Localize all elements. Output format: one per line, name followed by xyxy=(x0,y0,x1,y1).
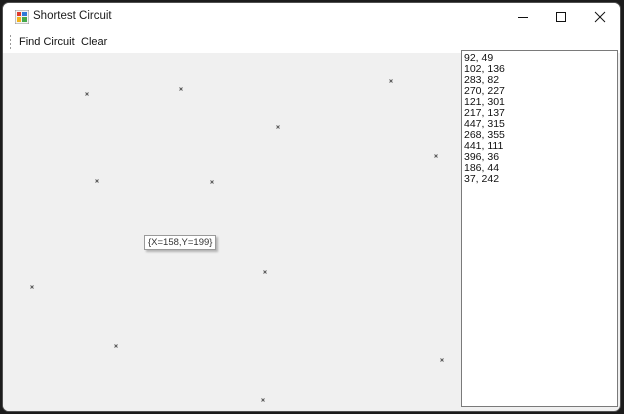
cursor-coordinate-tooltip: {X=158,Y=199} xyxy=(144,235,217,250)
app-window: Shortest Circuit Find Circuit Clear {X=1… xyxy=(2,2,621,412)
close-button[interactable] xyxy=(580,3,620,31)
point-marker xyxy=(276,125,280,129)
close-icon xyxy=(594,11,606,23)
point-marker xyxy=(440,358,444,362)
point-marker xyxy=(95,179,99,183)
point-marker xyxy=(263,270,267,274)
point-marker xyxy=(85,92,89,96)
points-listbox[interactable]: 92, 49 102, 136 283, 82 270, 227 121, 301 217… xyxy=(461,50,618,407)
window-title: Shortest Circuit xyxy=(33,10,112,22)
point-marker xyxy=(389,79,393,83)
app-icon xyxy=(15,10,29,24)
toolbar-grip-icon[interactable] xyxy=(9,35,12,49)
minimize-icon xyxy=(518,17,528,18)
drawing-canvas[interactable]: {X=158,Y=199} xyxy=(3,53,459,411)
point-marker xyxy=(30,285,34,289)
minimize-button[interactable] xyxy=(503,3,543,31)
point-marker xyxy=(434,154,438,158)
list-item[interactable]: 37, 242 xyxy=(464,174,615,185)
point-marker xyxy=(210,180,214,184)
maximize-icon xyxy=(556,12,566,22)
clear-menu-item[interactable]: Clear xyxy=(81,35,107,49)
find-circuit-menu-item[interactable]: Find Circuit xyxy=(19,35,75,49)
point-marker xyxy=(179,87,183,91)
maximize-button[interactable] xyxy=(541,3,581,31)
point-marker xyxy=(261,398,265,402)
title-bar[interactable]: Shortest Circuit xyxy=(3,3,620,31)
point-marker xyxy=(114,344,118,348)
